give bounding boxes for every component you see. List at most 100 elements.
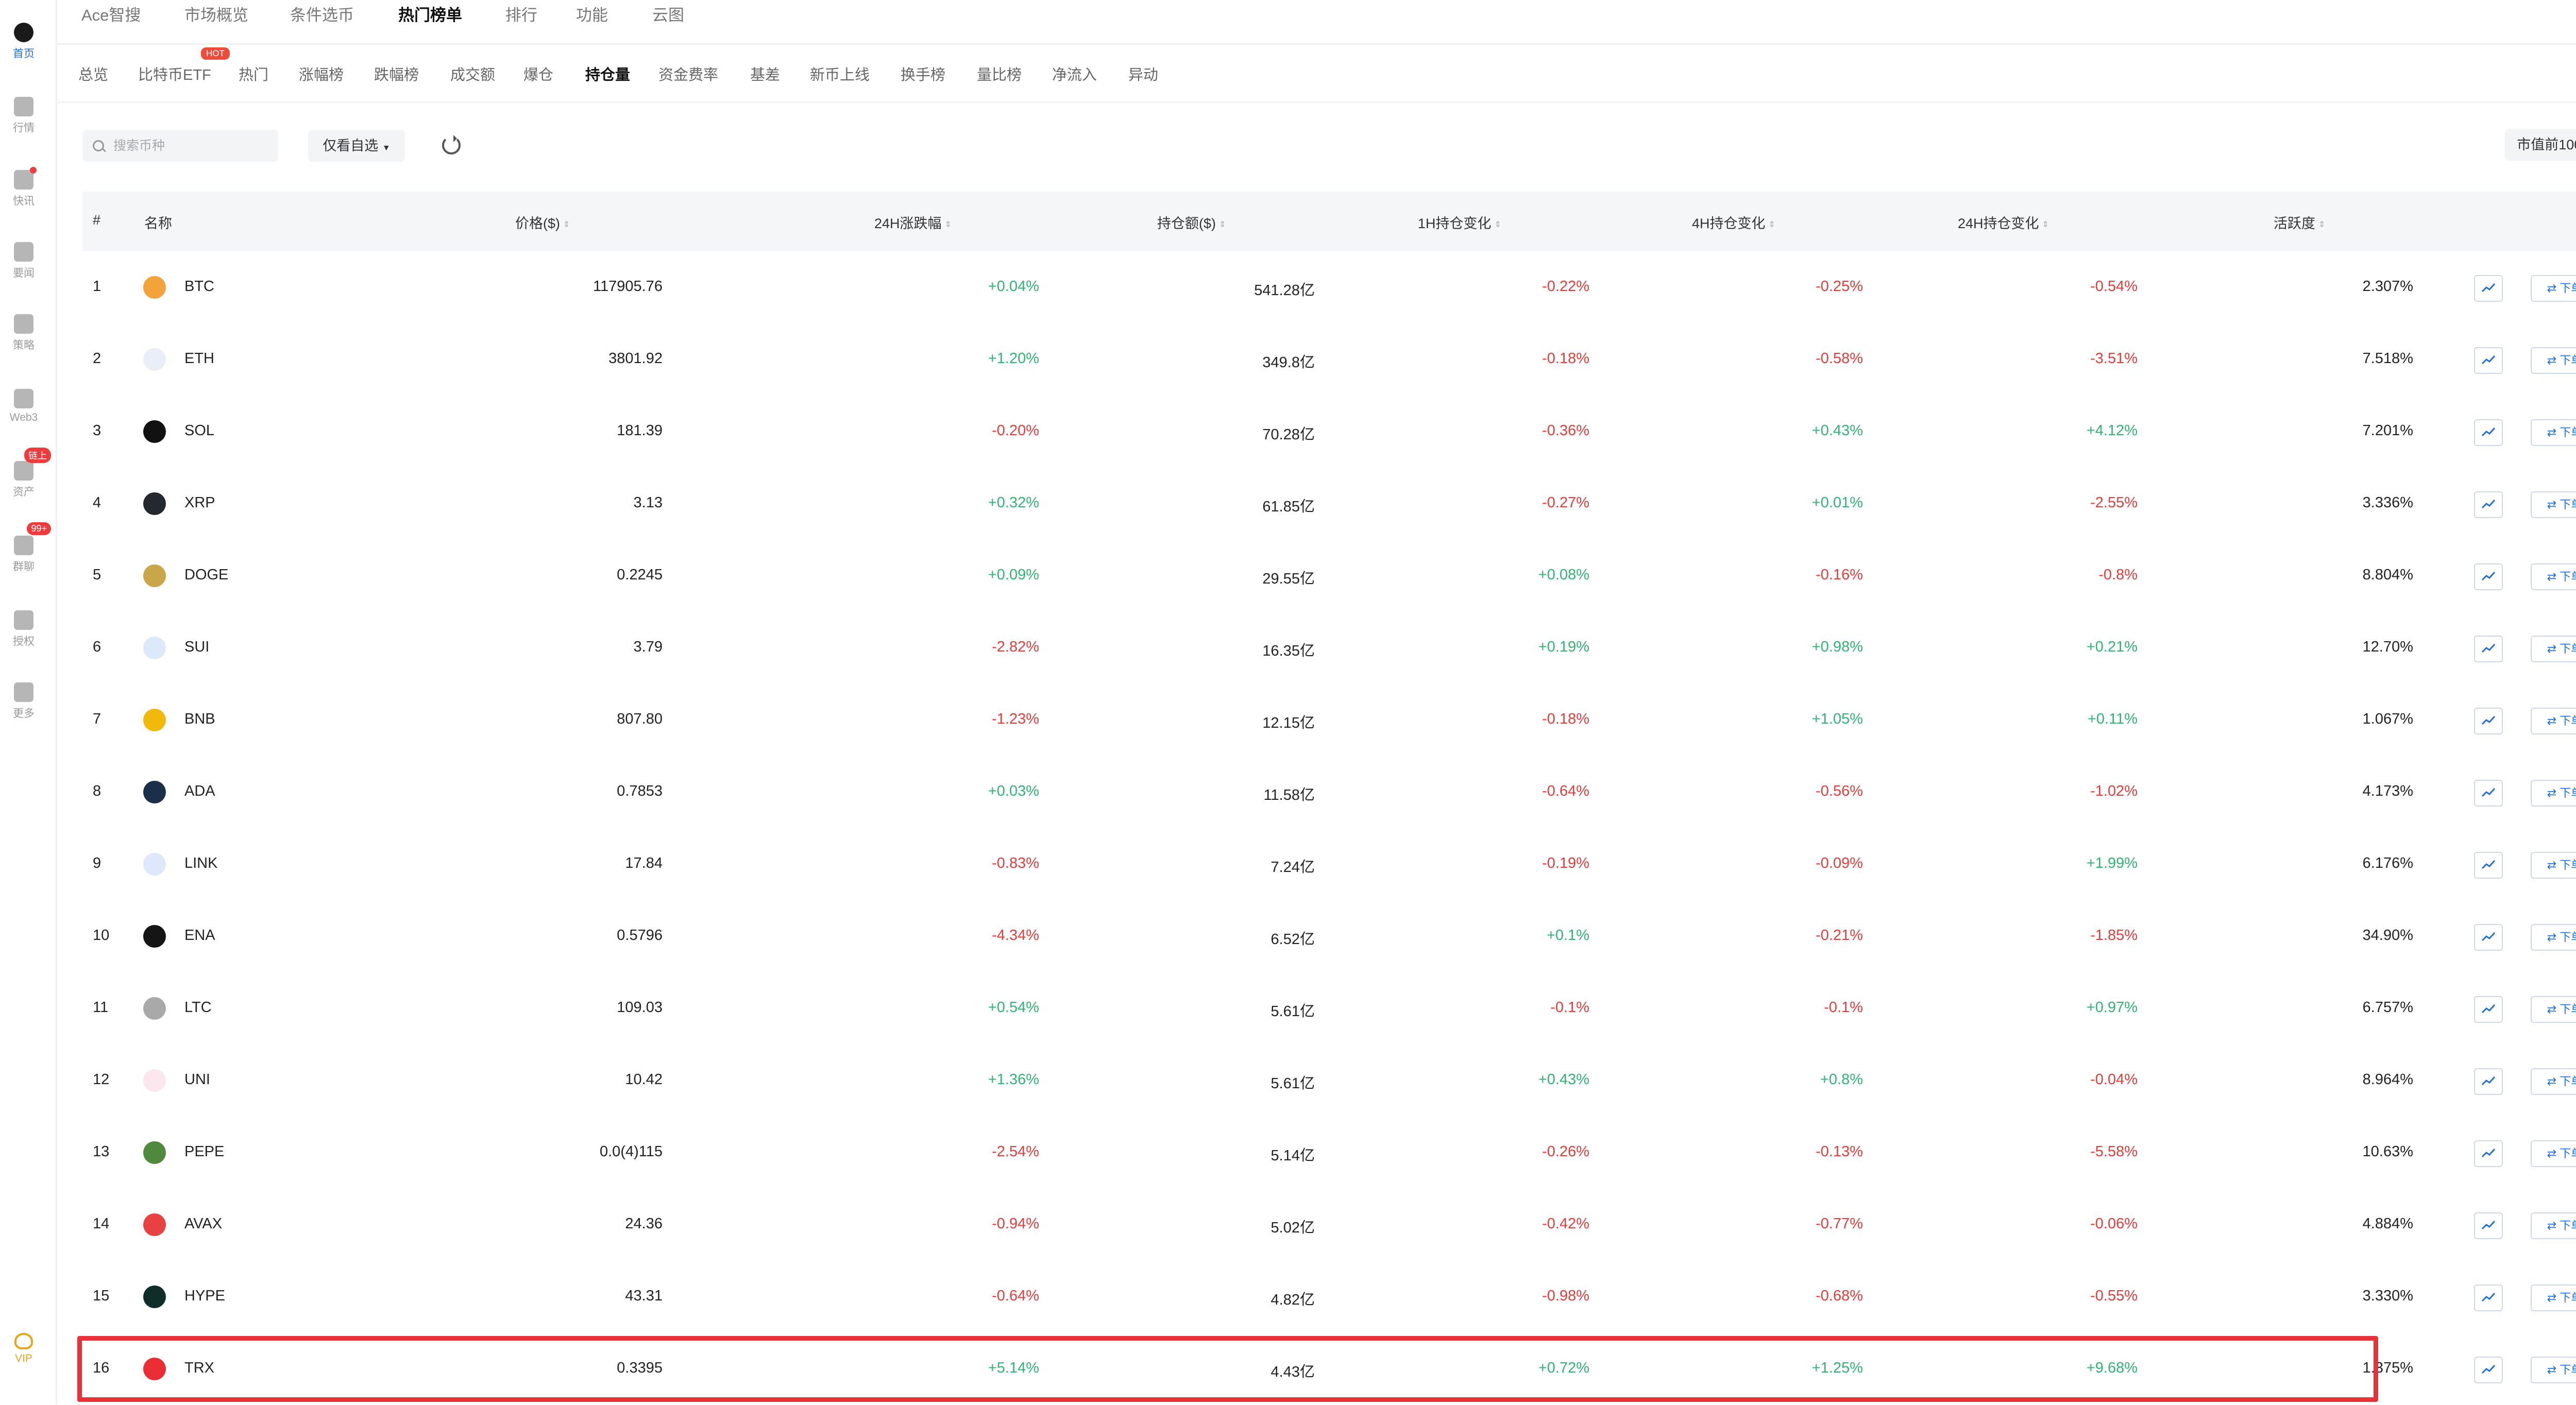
header-oi-4h[interactable]: 4H持仓变化 ⇕ — [1692, 212, 1775, 232]
header-oi-1h[interactable]: 1H持仓变化 ⇕ — [1418, 212, 1501, 232]
topnav-tab-6[interactable]: 云图 — [652, 2, 684, 25]
table-row[interactable]: 7 BNB 807.80 -1.23% 12.15亿 -0.18% +1.05% +0.11%… — [82, 684, 2576, 756]
sidebar-item-3[interactable]: 要闻 — [0, 242, 47, 280]
sidebar-item-9[interactable]: 更多 — [0, 682, 47, 721]
sidebar-item-1[interactable]: 行情 — [0, 97, 47, 135]
subnav-tab-9[interactable]: 基差 — [750, 63, 780, 84]
trend-chart-button[interactable] — [2474, 563, 2503, 590]
place-order-button[interactable]: ⇄ 下单 — [2531, 419, 2576, 446]
place-order-button[interactable]: ⇄ 下单 — [2531, 1284, 2576, 1311]
place-order-button[interactable]: ⇄ 下单 — [2531, 996, 2576, 1023]
topnav-tab-0[interactable]: Ace智搜 — [81, 2, 141, 25]
header-oi-24h[interactable]: 24H持仓变化 ⇕ — [1958, 212, 2049, 232]
trend-chart-button[interactable] — [2474, 347, 2503, 374]
coin-logo-icon — [143, 925, 166, 948]
search-box[interactable] — [82, 130, 278, 162]
trend-chart-button[interactable] — [2474, 1068, 2503, 1095]
topnav-tab-2[interactable]: 条件选币 — [290, 2, 354, 25]
subnav-tab-5[interactable]: 成交额 — [450, 63, 495, 84]
sidebar-item-6[interactable]: 链上 资产 — [0, 448, 51, 499]
header-price[interactable]: 价格($) ⇕ — [515, 212, 570, 232]
table-row[interactable]: 10 ENA 0.5796 -4.34% 6.52亿 +0.1% -0.21% -1.85% 3… — [82, 900, 2576, 972]
place-order-button[interactable]: ⇄ 下单 — [2531, 1212, 2576, 1239]
activity-cell: 1.067% — [2362, 711, 2413, 727]
table-row[interactable]: 12 UNI 10.42 +1.36% 5.61亿 +0.43% +0.8% -0.04% 8.… — [82, 1044, 2576, 1117]
place-order-button[interactable]: ⇄ 下单 — [2531, 1068, 2576, 1095]
sidebar-item-0[interactable]: 首页 — [0, 23, 47, 61]
place-order-button[interactable]: ⇄ 下单 — [2531, 780, 2576, 807]
table-row[interactable]: 14 AVAX 24.36 -0.94% 5.02亿 -0.42% -0.77% -0.06%… — [82, 1189, 2576, 1261]
refresh-icon[interactable] — [442, 135, 461, 155]
trend-chart-button[interactable] — [2474, 636, 2503, 662]
place-order-button[interactable]: ⇄ 下单 — [2531, 347, 2576, 374]
trend-chart-button[interactable] — [2474, 1212, 2503, 1239]
header-24h-change[interactable]: 24H涨跌幅 ⇕ — [874, 212, 952, 232]
table-row[interactable]: 2 ETH 3801.92 +1.20% 349.8亿 -0.18% -0.58% -3.51… — [82, 323, 2576, 396]
place-order-button[interactable]: ⇄ 下单 — [2531, 1140, 2576, 1167]
header-open-interest[interactable]: 持仓额($) ⇕ — [1157, 212, 1226, 232]
table-row[interactable]: 13 PEPE 0.0(4)115 -2.54% 5.14亿 -0.26% -0.13% -5… — [82, 1117, 2576, 1189]
sidebar-item-2[interactable]: 快讯 — [0, 167, 47, 208]
table-row[interactable]: 5 DOGE 0.2245 +0.09% 29.55亿 +0.08% -0.16% -0.8%… — [82, 540, 2576, 612]
oi-24h-cell: -0.06% — [2090, 1215, 2138, 1232]
place-order-button[interactable]: ⇄ 下单 — [2531, 491, 2576, 518]
sidebar-item-4[interactable]: 策略 — [0, 314, 47, 352]
table-row[interactable]: 6 SUI 3.79 -2.82% 16.35亿 +0.19% +0.98% +0.21% 12… — [82, 612, 2576, 684]
place-order-button[interactable]: ⇄ 下单 — [2531, 708, 2576, 734]
oi-1h-cell: -0.27% — [1542, 494, 1589, 511]
trend-chart-button[interactable] — [2474, 708, 2503, 734]
table-row[interactable]: 1 BTC 117905.76 +0.04% 541.28亿 -0.22% -0.25% -0… — [82, 251, 2576, 323]
subnav-tab-0[interactable]: 总览 — [78, 63, 108, 84]
trend-chart-button[interactable] — [2474, 275, 2503, 302]
trend-chart-button[interactable] — [2474, 1284, 2503, 1311]
table-row[interactable]: 8 ADA 0.7853 +0.03% 11.58亿 -0.64% -0.56% -1.02%… — [82, 756, 2576, 828]
place-order-button[interactable]: ⇄ 下单 — [2531, 636, 2576, 662]
rank-cell: 10 — [93, 927, 110, 944]
subnav-tab-3[interactable]: 涨幅榜 — [299, 63, 344, 84]
trend-chart-button[interactable] — [2474, 1140, 2503, 1167]
search-input[interactable] — [112, 135, 269, 157]
topnav-tab-4[interactable]: 排行 — [505, 2, 537, 25]
table-row[interactable]: 15 HYPE 43.31 -0.64% 4.82亿 -0.98% -0.68% -0.55%… — [82, 1261, 2576, 1333]
trend-chart-button[interactable] — [2474, 1357, 2503, 1383]
place-order-button[interactable]: ⇄ 下单 — [2531, 852, 2576, 879]
coin-name: BTC — [184, 278, 214, 295]
table-row[interactable]: 9 LINK 17.84 -0.83% 7.24亿 -0.19% -0.09% +1.99% 6… — [82, 828, 2576, 900]
subnav-tab-8[interactable]: 资金费率 — [658, 63, 718, 84]
subnav-tab-12[interactable]: 量比榜 — [977, 63, 1022, 84]
place-order-button[interactable]: ⇄ 下单 — [2531, 1357, 2576, 1383]
subnav-tab-13[interactable]: 净流入 — [1052, 63, 1097, 84]
watchlist-filter-dropdown[interactable]: 仅看自选 ▼ — [308, 130, 405, 162]
vip-button[interactable]: VIP — [0, 1333, 47, 1365]
trend-chart-button[interactable] — [2474, 419, 2503, 446]
trend-chart-button[interactable] — [2474, 491, 2503, 518]
place-order-label: 下单 — [2560, 642, 2576, 655]
header-activity[interactable]: 活跃度 ⇕ — [2274, 212, 2325, 232]
topnav-tab-1[interactable]: 市场概览 — [184, 2, 248, 25]
sidebar-item-8[interactable]: 授权 — [0, 610, 47, 648]
table-row[interactable]: 11 LTC 109.03 +0.54% 5.61亿 -0.1% -0.1% +0.97% 6.… — [82, 972, 2576, 1044]
subnav-tab-2[interactable]: 热门 — [239, 63, 268, 84]
table-row[interactable]: 4 XRP 3.13 +0.32% 61.85亿 -0.27% +0.01% -2.55% 3.… — [82, 468, 2576, 540]
trend-chart-button[interactable] — [2474, 924, 2503, 951]
subnav-tab-11[interactable]: 换手榜 — [901, 63, 945, 84]
subnav-tab-14[interactable]: 异动 — [1128, 63, 1158, 84]
place-order-button[interactable]: ⇄ 下单 — [2531, 275, 2576, 302]
subnav-tab-7[interactable]: 持仓量 — [585, 63, 630, 84]
place-order-button[interactable]: ⇄ 下单 — [2531, 563, 2576, 590]
topnav-tab-5[interactable]: 功能 — [576, 2, 608, 25]
subnav-tab-6[interactable]: 爆仓 — [523, 63, 553, 84]
subnav-tab-1[interactable]: 比特币ETF — [138, 63, 211, 84]
trend-chart-button[interactable] — [2474, 780, 2503, 807]
subnav-tab-4[interactable]: 跌幅榜 — [374, 63, 419, 84]
sidebar-item-7[interactable]: 99+ 群聊 — [0, 522, 51, 574]
market-cap-dropdown[interactable]: 市值前100 ▼ — [2505, 129, 2576, 161]
trend-chart-button[interactable] — [2474, 852, 2503, 879]
table-row[interactable]: 3 SOL 181.39 -0.20% 70.28亿 -0.36% +0.43% +4.12%… — [82, 396, 2576, 468]
place-order-button[interactable]: ⇄ 下单 — [2531, 924, 2576, 951]
topnav-tab-3[interactable]: 热门榜单 — [398, 2, 462, 25]
subnav-tab-10[interactable]: 新币上线 — [810, 63, 870, 84]
coin-logo-icon — [143, 709, 166, 731]
trend-chart-button[interactable] — [2474, 996, 2503, 1023]
sidebar-item-5[interactable]: Web3 — [0, 389, 47, 424]
